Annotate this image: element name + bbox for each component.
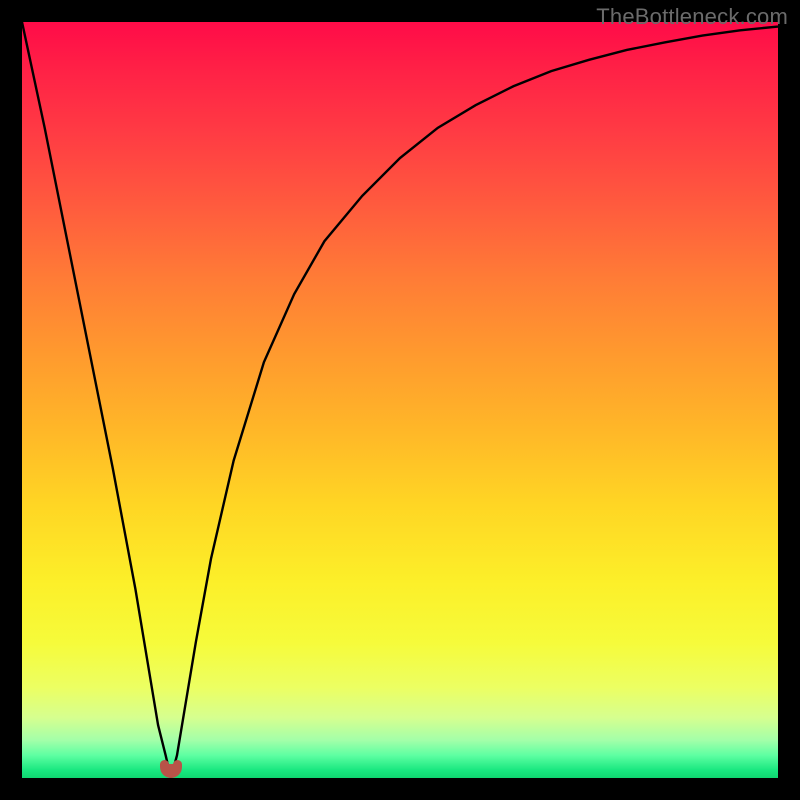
plot-area [22, 22, 778, 778]
chart-frame: TheBottleneck.com [0, 0, 800, 800]
curve-svg [22, 22, 778, 778]
watermark-text: TheBottleneck.com [596, 4, 788, 30]
bottleneck-curve [22, 22, 778, 778]
